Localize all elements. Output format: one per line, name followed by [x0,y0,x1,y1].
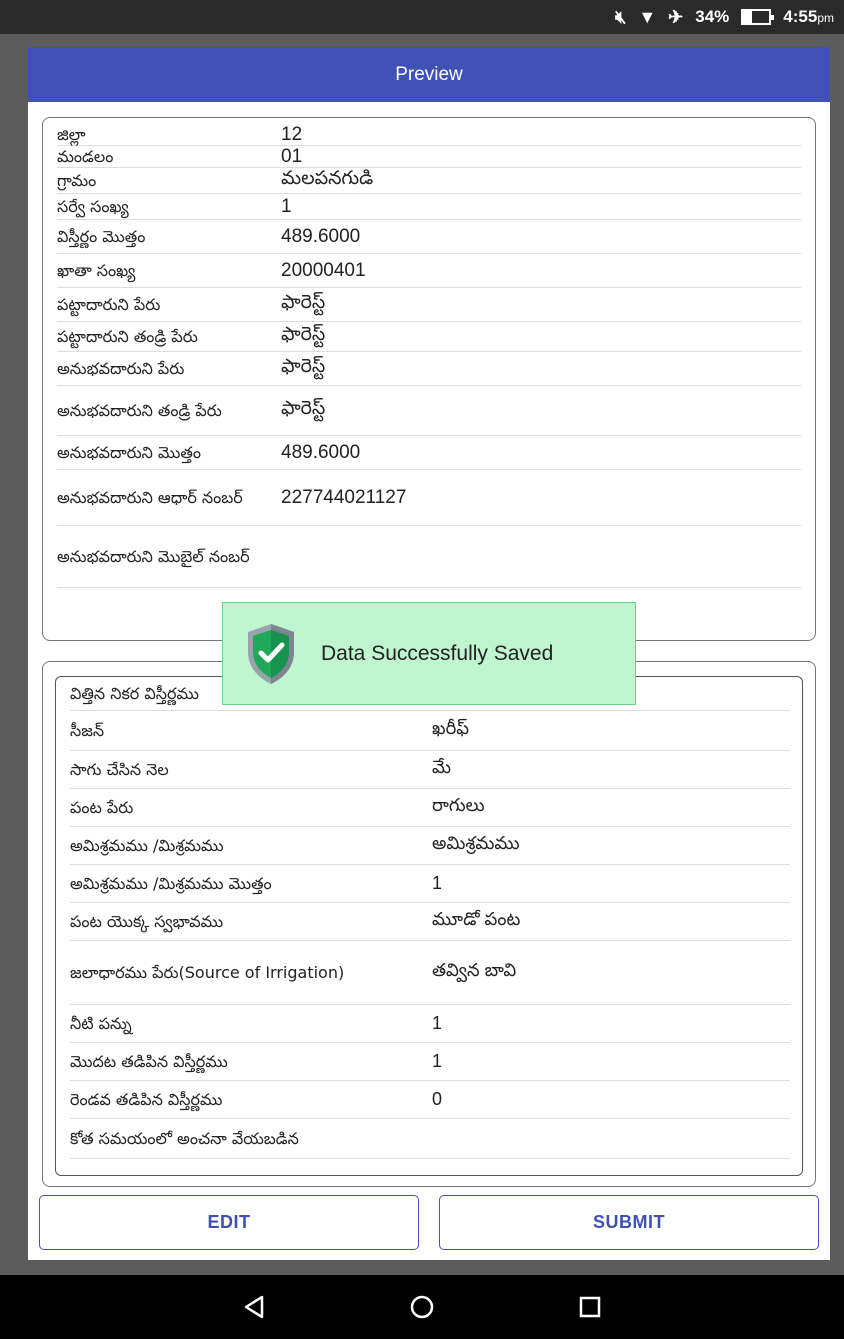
land-detail-row: ఖాతా సంఖ్య 20000401 [57,254,801,288]
row-label: సాగు చేసిన నెల [70,759,169,779]
land-detail-row: జిల్లా 12 [57,124,801,146]
edit-button[interactable]: EDIT [39,1195,419,1250]
mute-icon: 🔇︎ [615,6,627,27]
crop-detail-row: అమిశ్రమము /మిశ్రమము మొత్తం 1 [70,865,790,903]
row-label: పంట పేరు [70,797,134,817]
home-icon[interactable] [392,1277,452,1337]
crop-detail-row: జలాధారము పేరు(Source of Irrigation) తవ్వి… [70,941,790,1005]
status-bar: 🔇︎ ▼ ✈ 34% 4:55pm [0,0,844,34]
back-icon[interactable] [224,1277,284,1337]
row-label: గ్రామం [57,170,97,190]
wifi-icon: ▼ [638,6,657,27]
row-label: రెండవ తడిపిన విస్తీర్ణము [70,1089,223,1109]
row-value: ఫారెస్ట్ [281,355,326,377]
land-detail-row: అనుభవదారుని తండ్రి పేరు ఫారెస్ట్ [57,386,801,436]
row-value: ఫారెస్ట్ [281,397,326,419]
crop-detail-row: పంట పేరు రాగులు [70,789,790,827]
land-detail-row: అనుభవదారుని ఆధార్ నంబర్ 227744021127 [57,470,801,526]
dialog-title: Preview [28,47,830,102]
crop-detail-row: పంట యొక్క స్వభావము మూడో పంట [70,903,790,941]
navigation-bar [0,1275,844,1339]
row-value: మే [432,757,452,777]
battery-percent: 34% [695,7,730,26]
land-detail-row: పట్టాదారుని పేరు ఫారెస్ట్ [57,288,801,322]
row-label: నీటి పన్ను [70,1013,132,1033]
crop-detail-row: సీజన్ ఖరీఫ్ [70,711,790,751]
shield-check-icon [248,623,294,684]
row-label: మండలం [57,146,114,166]
row-label: అమిశ్రమము /మిశ్రమము మొత్తం [70,873,272,893]
land-detail-row: అనుభవదారుని మొత్తం 489.6000 [57,436,801,470]
row-label: మొదట తడిపిన విస్తీర్ణము [70,1051,228,1071]
land-detail-row: అనుభవదారుని పేరు ఫారెస్ట్ [57,352,801,386]
row-label: కోత సమయంలో అంచనా వేయబడిన [70,1128,299,1148]
land-detail-row: మండలం 01 [57,146,801,168]
row-value: మూడో పంట [432,909,521,929]
row-value: అమిశ్రమము [432,833,520,853]
crop-detail-row: సాగు చేసిన నెల మే [70,751,790,789]
row-label: పంట యొక్క స్వభావము [70,911,224,931]
crop-detail-row: కోత సమయంలో అంచనా వేయబడిన [70,1119,790,1159]
row-label: పట్టాదారుని తండ్రి పేరు [57,326,198,346]
row-label: అమిశ్రమము /మిశ్రమము [70,835,224,855]
row-label: విస్తీర్ణం మొత్తం [57,226,146,246]
row-value: 12 [281,123,303,145]
crop-details-card: విత్తిన నికర విస్తీర్ణము1సీజన్ఖరీఫ్సాగు … [42,661,816,1187]
crop-detail-row: నీటి పన్ను 1 [70,1005,790,1043]
land-detail-row: అనుభవదారుని మొబైల్ నంబర్ [57,526,801,588]
row-label: అనుభవదారుని ఆధార్ నంబర్ [57,487,243,507]
row-value: 489.6000 [281,225,361,247]
clock: 4:55pm [783,7,834,26]
airplane-icon: ✈ [668,6,684,27]
row-label: జిల్లా [57,124,86,144]
land-detail-row: గ్రామం మలపనగుడి [57,168,801,194]
row-value: రాగులు [432,795,485,815]
row-label: ఖాతా సంఖ్య [57,260,136,280]
row-label: అనుభవదారుని పేరు [57,358,185,378]
row-label: జలాధారము పేరు(Source of Irrigation) [70,962,345,982]
row-value: 1 [432,873,443,893]
row-value: మలపనగుడి [281,167,374,189]
row-value: 489.6000 [281,441,361,463]
row-value: 01 [281,145,303,167]
land-detail-row: సర్వే సంఖ్య 1 [57,194,801,220]
row-value: తవ్విన బావి [432,960,517,980]
row-value: ఫారెస్ట్ [281,291,326,313]
land-details-card: జిల్లా 12 మండలం 01 గ్రామం మలపనగుడి సర్వే సంఖ్య… [42,117,816,641]
crop-detail-row: మొదట తడిపిన విస్తీర్ణము 1 [70,1043,790,1081]
land-detail-row: విస్తీర్ణం మొత్తం 489.6000 [57,220,801,254]
row-value: 227744021127 [281,486,407,508]
row-value: 20000401 [281,259,366,281]
row-label: సర్వే సంఖ్య [57,196,129,216]
row-label: అనుభవదారుని తండ్రి పేరు [57,400,222,420]
row-value: ఫారెస్ట్ [281,323,326,345]
row-value: 1 [432,1051,443,1071]
row-label: సీజన్ [70,720,105,740]
row-value: 1 [281,195,292,217]
crop-details-scroll[interactable]: విత్తిన నికర విస్తీర్ణము1సీజన్ఖరీఫ్సాగు … [55,676,803,1176]
crop-detail-row: రెండవ తడిపిన విస్తీర్ణము 0 [70,1081,790,1119]
row-value: ఖరీఫ్ [432,718,470,738]
toast-message: Data Successfully Saved [321,641,554,665]
battery-icon [741,9,775,25]
recents-icon[interactable] [560,1277,620,1337]
crop-detail-row: అమిశ్రమము /మిశ్రమము అమిశ్రమము [70,827,790,865]
land-detail-row: పట్టాదారుని తండ్రి పేరు ఫారెస్ట్ [57,322,801,352]
row-label: పట్టాదారుని పేరు [57,294,161,314]
row-label: అనుభవదారుని మొత్తం [57,442,201,462]
row-value: 1 [432,1013,443,1033]
submit-button[interactable]: SUBMIT [439,1195,819,1250]
row-label: అనుభవదారుని మొబైల్ నంబర్ [57,546,250,566]
success-toast: Data Successfully Saved [222,602,636,705]
row-value: 0 [432,1089,443,1109]
